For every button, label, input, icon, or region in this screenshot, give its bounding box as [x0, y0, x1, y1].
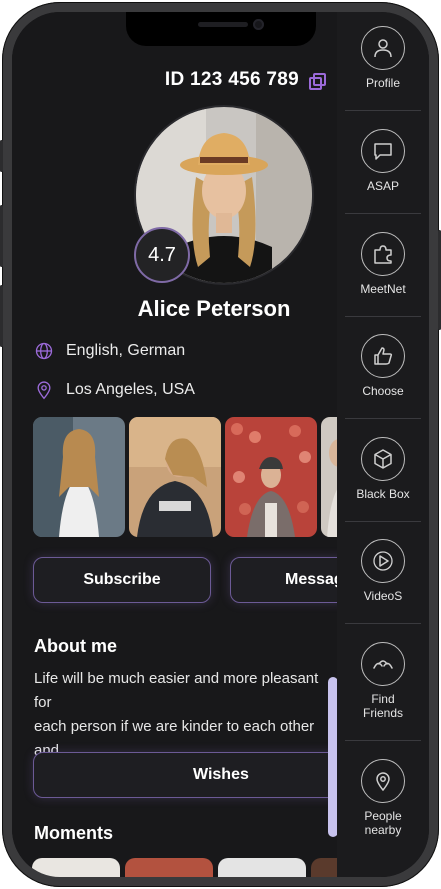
mute-switch [0, 140, 3, 172]
location-pin-icon [37, 381, 51, 400]
languages-row: English, German [34, 341, 185, 361]
profile-main: ID 123 456 789 4.7 Alice Peterson Englis… [12, 12, 413, 877]
user-icon [361, 26, 405, 70]
video-play-icon [361, 539, 405, 583]
divider [345, 623, 421, 624]
nav-label: Profile [365, 76, 400, 90]
nav-label: MeetNet [360, 282, 406, 296]
divider [345, 521, 421, 522]
moment-thumbnail[interactable] [125, 858, 213, 877]
divider [345, 110, 421, 111]
notch [125, 12, 316, 46]
moments-title: Moments [34, 823, 114, 843]
about-title: About me [34, 636, 117, 656]
camera-icon [252, 19, 264, 30]
moment-thumbnail[interactable] [32, 858, 120, 877]
volume-down-button [0, 285, 3, 347]
divider [345, 418, 421, 419]
nav-item-profile[interactable]: Profile [337, 26, 429, 90]
nav-item-black-box[interactable]: Black Box [337, 437, 429, 501]
nav-label: ASAP [366, 179, 399, 193]
photo-gallery [33, 417, 351, 537]
nav-item-asap[interactable]: ASAP [337, 129, 429, 193]
nav-item-people-nearby[interactable]: People nearby [337, 759, 429, 837]
rating-badge: 4.7 [134, 227, 190, 283]
nav-label: People nearby [364, 809, 402, 837]
divider [345, 213, 421, 214]
copy-icon[interactable] [309, 73, 326, 90]
cube-icon [361, 437, 405, 481]
friends-icon [361, 642, 405, 686]
thumbs-up-icon [361, 334, 405, 378]
profile-id: ID 123 456 789 [164, 69, 326, 91]
gallery-photo[interactable] [129, 417, 221, 537]
moment-thumbnail[interactable] [218, 858, 306, 877]
profile-id-text: ID 123 456 789 [164, 69, 299, 90]
subscribe-button[interactable]: Subscribe [33, 557, 211, 603]
volume-up-button [0, 205, 3, 267]
globe-icon [35, 342, 53, 360]
location-pin-icon [361, 759, 405, 803]
nav-item-choose[interactable]: Choose [337, 334, 429, 398]
nav-item-videos[interactable]: VideoS [337, 539, 429, 603]
location-row: Los Angeles, USA [34, 380, 195, 400]
nav-label: Choose [362, 384, 404, 398]
side-navigation: Profile ASAP MeetNet Choose Black Box Vi… [337, 12, 429, 877]
divider [345, 740, 421, 741]
puzzle-icon [361, 232, 405, 276]
languages-text: English, German [66, 342, 186, 359]
nav-label: Find Friends [362, 692, 403, 720]
nav-label: Black Box [356, 487, 410, 501]
nav-label: VideoS [363, 589, 403, 603]
chat-bubble-icon [361, 129, 405, 173]
gallery-photo[interactable] [33, 417, 125, 537]
divider [345, 316, 421, 317]
speaker [197, 22, 248, 27]
nav-item-find-friends[interactable]: Find Friends [337, 642, 429, 720]
moments-strip [32, 858, 351, 877]
phone-screen: ID 123 456 789 4.7 Alice Peterson Englis… [12, 12, 429, 877]
location-text: Los Angeles, USA [66, 381, 195, 398]
gallery-photo[interactable] [225, 417, 317, 537]
nav-item-meetnet[interactable]: MeetNet [337, 232, 429, 296]
